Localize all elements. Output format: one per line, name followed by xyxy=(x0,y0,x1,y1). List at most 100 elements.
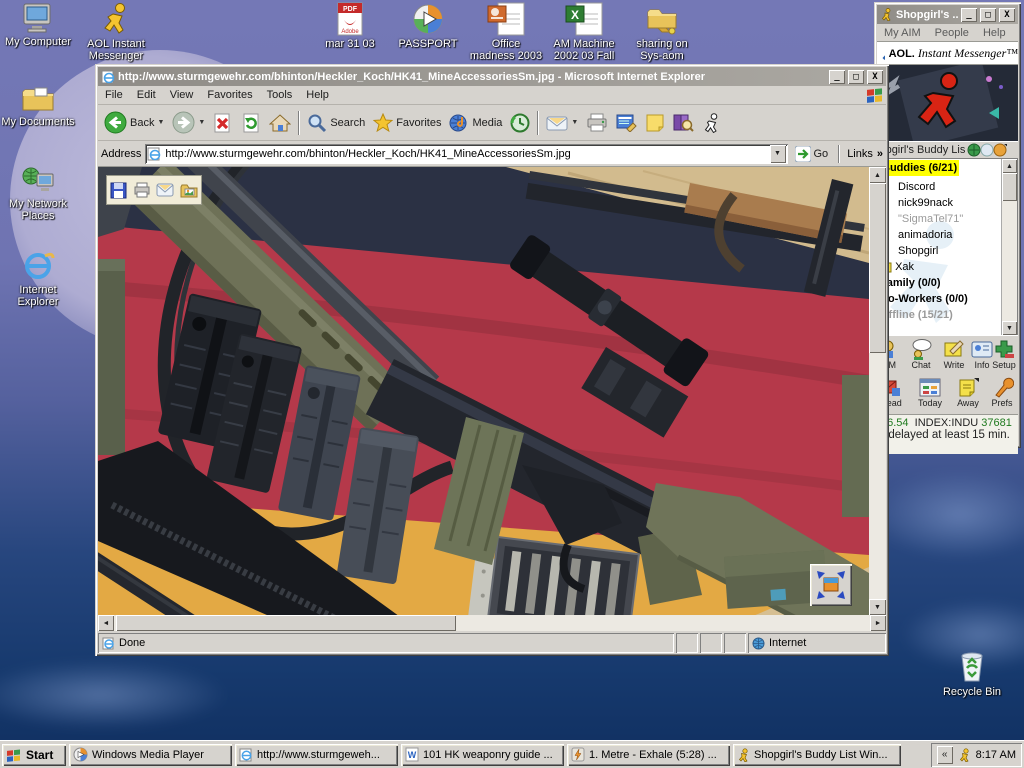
buddy-xak[interactable]: Xak xyxy=(880,259,1017,275)
aim-setup-button[interactable]: Setup xyxy=(989,338,1019,370)
aim-maximize-button[interactable]: □ xyxy=(980,8,996,22)
address-input[interactable]: http://www.sturmgewehr.com/bhinton/Heckl… xyxy=(165,148,765,160)
aim-menu-help[interactable]: Help xyxy=(976,25,1013,41)
scrollbar-thumb[interactable] xyxy=(1002,173,1017,201)
ie-menu-view[interactable]: View xyxy=(163,87,201,103)
wmp-taskbar-icon xyxy=(73,747,88,762)
buddy-nick99nack[interactable]: nick99nack xyxy=(880,195,1017,211)
buddy-discord[interactable]: Discord xyxy=(880,179,1017,195)
ie-close-button[interactable]: X xyxy=(867,70,883,84)
taskbar-button-ie[interactable]: http://www.sturmgeweh... xyxy=(235,744,398,766)
discuss-button[interactable] xyxy=(641,111,669,134)
desktop-icon-office-madness[interactable]: Office madness 2003 xyxy=(468,2,544,62)
address-dropdown-button[interactable]: ▼ xyxy=(770,145,786,163)
refresh-button[interactable] xyxy=(237,111,265,135)
desktop-icon-passport[interactable]: PASSPORT xyxy=(390,2,466,50)
desktop-icon-my-network-places[interactable]: My Network Places xyxy=(0,166,76,222)
forward-button[interactable]: ▼ xyxy=(168,109,209,136)
ie-vscrollbar-thumb[interactable] xyxy=(869,183,886,353)
desktop-icon-am-machine[interactable]: X AM Machine 2002 03 Fall xyxy=(546,2,622,62)
ie-hscrollbar-thumb[interactable] xyxy=(116,615,456,631)
scroll-up-button[interactable]: ▲ xyxy=(1002,159,1017,173)
aim-prefs-button[interactable]: Prefs xyxy=(987,376,1017,408)
ie-menu-tools[interactable]: Tools xyxy=(260,87,300,103)
tray-aim-icon[interactable] xyxy=(958,748,971,762)
ie-vertical-scrollbar[interactable]: ▲ ▼ xyxy=(869,167,886,615)
favorites-button[interactable]: Favorites xyxy=(369,111,445,135)
ie-menu-file[interactable]: File xyxy=(98,87,130,103)
ie-titlebar[interactable]: http://www.sturmgewehr.com/bhinton/Heckl… xyxy=(98,67,886,86)
desktop: { "desktop": { "icons": [ {"label":"My C… xyxy=(0,0,1024,768)
buddy-group-offline[interactable]: Offline (15/21) xyxy=(880,307,1017,323)
desktop-icon-mar-31-03[interactable]: PDFAdobe mar 31 03 xyxy=(312,2,388,50)
ie-menu-edit[interactable]: Edit xyxy=(130,87,163,103)
ie-horizontal-scrollbar[interactable]: ◄ ► xyxy=(98,615,886,631)
buddy-group-buddies[interactable]: Buddies (6/21) xyxy=(880,160,959,176)
ie-expand-image-button[interactable] xyxy=(810,564,852,606)
aim-service-icons[interactable] xyxy=(967,143,1007,157)
print-image-button[interactable] xyxy=(133,182,151,198)
research-button[interactable] xyxy=(669,111,698,134)
media-button[interactable]: Media xyxy=(445,111,506,135)
history-icon xyxy=(510,113,530,133)
print-button[interactable] xyxy=(582,111,612,134)
hk41-accessories-photo[interactable] xyxy=(98,167,869,615)
aim-today-button[interactable]: Today xyxy=(913,376,947,408)
my-pictures-button[interactable] xyxy=(180,183,198,198)
desktop-icon-internet-explorer[interactable]: Internet Explorer xyxy=(0,250,76,308)
ie-maximize-button[interactable]: □ xyxy=(848,70,864,84)
aim-chat-button[interactable]: Chat xyxy=(905,338,937,370)
ie-menu-favorites[interactable]: Favorites xyxy=(200,87,259,103)
aim-write-button[interactable]: Write xyxy=(938,338,970,370)
aim-away-button[interactable]: Away xyxy=(951,376,985,408)
desktop-icon-my-documents[interactable]: My Documents xyxy=(0,84,76,128)
ie-menu-help[interactable]: Help xyxy=(299,87,336,103)
buddy-animadoria[interactable]: animadoria xyxy=(880,227,1017,243)
scroll-down-button[interactable]: ▼ xyxy=(1002,321,1017,335)
buddy-group-coworkers[interactable]: Co-Workers (0/0) xyxy=(880,291,1017,307)
go-button[interactable]: Go xyxy=(792,145,832,163)
desktop-icon-my-computer[interactable]: My Computer xyxy=(0,2,76,48)
tray-chevron-button[interactable]: « xyxy=(937,746,953,764)
links-chevron[interactable]: » xyxy=(877,148,883,160)
buddylist-scrollbar[interactable]: ▲ ▼ xyxy=(1001,159,1017,335)
aim-stock-ticker[interactable]: 76.54 INDEX:INDU 37681 es delayed at lea… xyxy=(877,414,1018,454)
ie-scroll-up-button[interactable]: ▲ xyxy=(869,167,886,183)
mail-button[interactable]: ▼ xyxy=(542,112,582,134)
ie-scroll-right-button[interactable]: ► xyxy=(870,615,886,631)
messenger-button[interactable] xyxy=(698,111,724,135)
buddy-group-family[interactable]: Family (0/0) xyxy=(880,275,1017,291)
desktop-icon-aol-instant-messenger[interactable]: AOL Instant Messenger xyxy=(78,2,154,62)
edit-button[interactable] xyxy=(612,111,641,134)
buddy-shopgirl[interactable]: Shopgirl xyxy=(880,243,1017,259)
ie-scroll-left-button[interactable]: ◄ xyxy=(98,615,114,631)
tray-clock[interactable]: 8:17 AM xyxy=(976,749,1016,761)
desktop-icon-sharing-on[interactable]: sharing on Sys-aom xyxy=(624,2,700,62)
save-image-button[interactable] xyxy=(110,182,127,199)
stop-button[interactable] xyxy=(209,111,237,135)
links-label[interactable]: Links xyxy=(847,148,873,160)
home-button[interactable] xyxy=(265,111,295,135)
aim-ad-banner[interactable] xyxy=(877,65,1018,141)
aim-close-button[interactable]: X xyxy=(999,8,1015,22)
taskbar-button-winamp[interactable]: 1. Metre - Exhale (5:28) ... xyxy=(567,744,730,766)
taskbar-button-wmp[interactable]: Windows Media Player xyxy=(69,744,232,766)
ie-minimize-button[interactable]: _ xyxy=(829,70,845,84)
buddy-sigmatel71[interactable]: "SigmaTel71" xyxy=(880,211,1017,227)
aim-window: Shopgirl's ... _ □ X My AIM People Help … xyxy=(874,2,1021,448)
desktop-icon-recycle-bin[interactable]: Recycle Bin xyxy=(934,648,1010,698)
aim-minimize-button[interactable]: _ xyxy=(961,8,977,22)
ie-menubar: File Edit View Favorites Tools Help xyxy=(98,86,886,105)
taskbar-button-aim[interactable]: Shopgirl's Buddy List Win... xyxy=(733,744,901,766)
email-image-button[interactable] xyxy=(156,183,174,197)
aim-menu-people[interactable]: People xyxy=(928,25,976,41)
search-button[interactable]: Search xyxy=(303,111,369,135)
ie-scroll-down-button[interactable]: ▼ xyxy=(869,599,886,615)
start-button[interactable]: Start xyxy=(2,744,66,766)
address-field[interactable]: http://www.sturmgewehr.com/bhinton/Heckl… xyxy=(145,144,787,164)
taskbar-button-word[interactable]: W 101 HK weaponry guide ... xyxy=(401,744,564,766)
aim-menu-my-aim[interactable]: My AIM xyxy=(877,25,928,41)
history-button[interactable] xyxy=(506,111,534,135)
aim-titlebar[interactable]: Shopgirl's ... _ □ X xyxy=(877,5,1018,24)
back-button[interactable]: Back▼ xyxy=(100,109,168,136)
